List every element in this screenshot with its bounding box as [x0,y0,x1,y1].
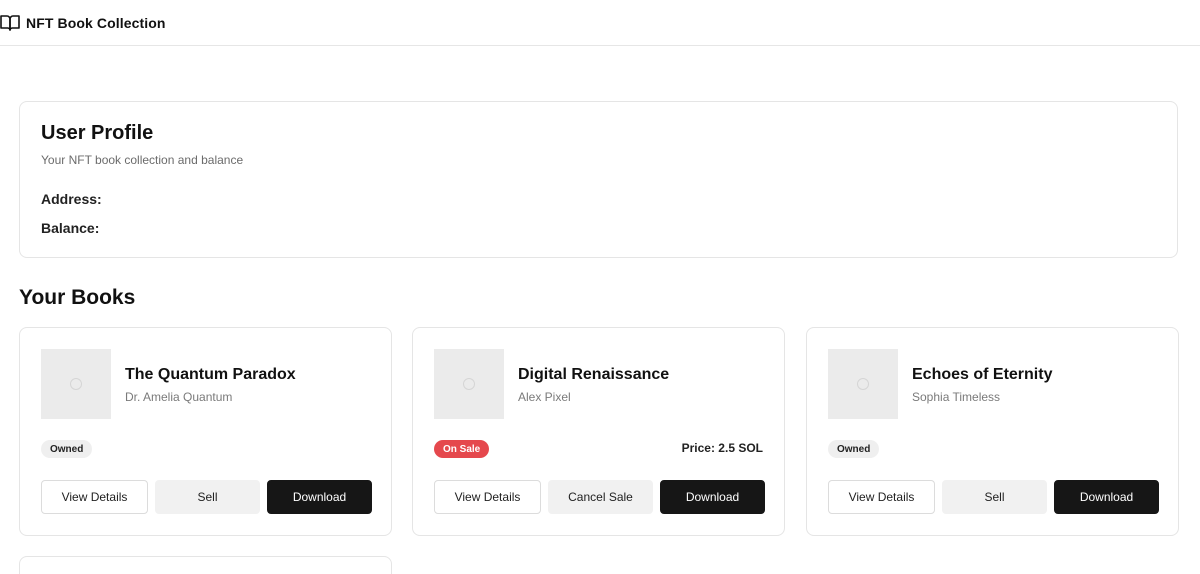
open-book-icon [0,13,20,33]
book-cover-image [828,349,898,419]
book-author: Dr. Amelia Quantum [125,390,233,404]
book-title: The Quantum Paradox [125,366,296,383]
status-badge: Owned [41,440,93,458]
section-title-your-books: Your Books [19,286,136,309]
user-profile-card: User Profile Your NFT book collection an… [19,101,1178,258]
book-card [19,556,392,574]
view-details-button[interactable]: View Details [434,480,541,514]
book-price: Price: 2.5 SOL [681,441,763,455]
status-badge: Owned [828,440,880,458]
view-details-button[interactable]: View Details [828,480,935,514]
book-cover-image [41,349,111,419]
book-title: Digital Renaissance [518,366,670,383]
image-placeholder-icon [857,378,869,390]
book-author: Sophia Timeless [912,390,1001,404]
profile-title: User Profile [41,122,154,144]
sell-button[interactable]: Sell [942,480,1047,514]
profile-subtitle: Your NFT book collection and balance [41,153,244,167]
image-placeholder-icon [70,378,82,390]
book-card: Echoes of Eternity Sophia Timeless Owned… [806,327,1179,536]
book-author: Alex Pixel [518,390,571,404]
download-button[interactable]: Download [1054,480,1159,514]
book-card: Digital Renaissance Alex Pixel On Sale P… [412,327,785,536]
address-row: Address: [41,191,1156,207]
book-cover-image [434,349,504,419]
image-placeholder-icon [463,378,475,390]
cancel-sale-button[interactable]: Cancel Sale [548,480,653,514]
sell-button[interactable]: Sell [155,480,260,514]
app-title: NFT Book Collection [26,14,166,31]
book-title: Echoes of Eternity [912,366,1053,383]
address-label: Address: [41,191,102,207]
app-header: NFT Book Collection [0,0,1200,46]
view-details-button[interactable]: View Details [41,480,148,514]
book-card: The Quantum Paradox Dr. Amelia Quantum O… [19,327,392,536]
balance-label: Balance: [41,220,100,236]
download-button[interactable]: Download [660,480,765,514]
balance-row: Balance: [41,220,1156,236]
download-button[interactable]: Download [267,480,372,514]
status-badge: On Sale [434,440,490,458]
